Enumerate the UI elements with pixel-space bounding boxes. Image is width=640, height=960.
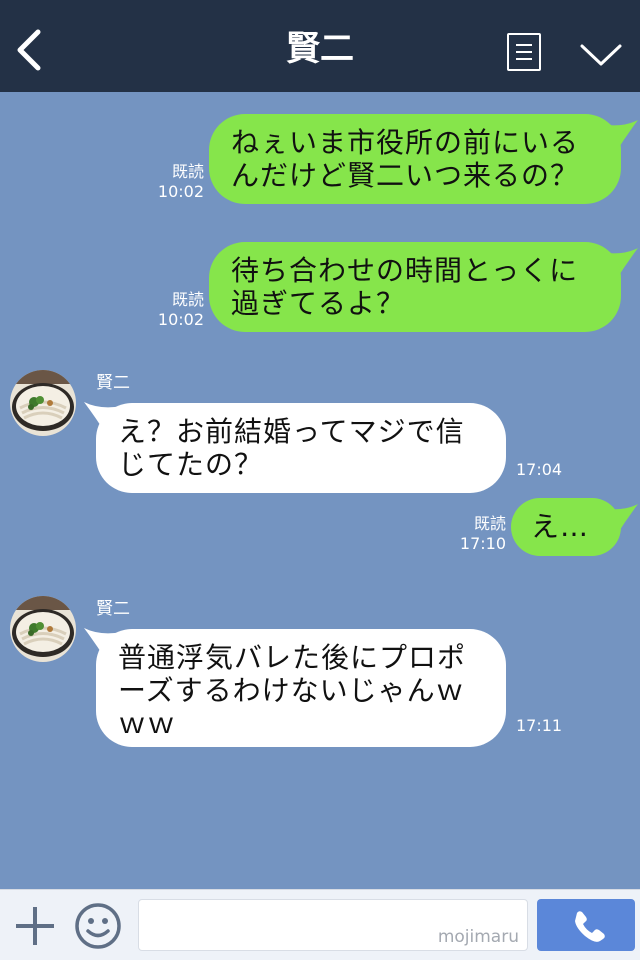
udon-avatar-icon bbox=[10, 370, 76, 436]
message-line: じてたの？ bbox=[118, 448, 264, 481]
call-button[interactable] bbox=[537, 899, 635, 951]
message-bubble[interactable]: 待ち合わせの時間とっくに 過ぎてるよ？ bbox=[209, 242, 621, 332]
message-time: 17:10 bbox=[459, 534, 506, 553]
sender-name: 賢二 bbox=[96, 599, 130, 619]
avatar[interactable] bbox=[10, 596, 76, 662]
plus-icon bbox=[16, 907, 54, 945]
input-bar: mojimaru bbox=[0, 889, 640, 960]
message-line: え… bbox=[531, 510, 590, 543]
message-time: 17:04 bbox=[516, 460, 563, 479]
message-line: ーズするわけないじゃんｗ bbox=[118, 674, 465, 707]
read-label: 既読 bbox=[171, 290, 204, 309]
chat-header: 賢二 bbox=[0, 0, 640, 92]
chat-title: 賢二 bbox=[286, 29, 354, 69]
message-line: ｗｗ bbox=[118, 707, 177, 740]
message-line: 過ぎてるよ？ bbox=[231, 287, 406, 320]
message-line: んだけど賢二いつ来るの？ bbox=[231, 159, 580, 192]
read-receipt: 既読 10:02 bbox=[150, 162, 204, 202]
smiley-icon bbox=[75, 903, 121, 949]
message-line: 待ち合わせの時間とっくに bbox=[231, 254, 579, 287]
read-label: 既読 bbox=[473, 514, 506, 533]
avatar[interactable] bbox=[10, 370, 76, 436]
phone-icon bbox=[575, 911, 605, 942]
read-receipt: 既読 17:10 bbox=[452, 514, 506, 554]
menu-button[interactable] bbox=[507, 33, 541, 71]
collapse-button[interactable] bbox=[578, 38, 624, 70]
message-time: 10:02 bbox=[157, 182, 204, 201]
sender-name: 賢二 bbox=[96, 373, 130, 393]
chevron-down-icon bbox=[580, 44, 622, 66]
attach-button[interactable] bbox=[14, 905, 56, 947]
udon-avatar-icon bbox=[10, 596, 76, 662]
message-bubble[interactable]: え？お前結婚ってマジで信 じてたの？ bbox=[96, 403, 506, 493]
message-line: ねぇいま市役所の前にいる bbox=[231, 126, 580, 159]
read-receipt: 既読 10:02 bbox=[150, 290, 204, 330]
list-menu-icon bbox=[516, 44, 532, 46]
read-label: 既読 bbox=[171, 162, 204, 181]
emoji-button[interactable] bbox=[74, 902, 122, 950]
message-bubble[interactable]: ねぇいま市役所の前にいる んだけど賢二いつ来るの？ bbox=[209, 114, 621, 204]
message-time: 10:02 bbox=[157, 310, 204, 329]
message-input[interactable]: mojimaru bbox=[138, 899, 528, 951]
message-bubble[interactable]: 普通浮気バレた後にプロポ ーズするわけないじゃんｗ ｗｗ bbox=[96, 629, 506, 747]
message-time: 17:11 bbox=[516, 716, 563, 735]
message-line: え？お前結婚ってマジで信 bbox=[118, 415, 465, 448]
watermark-text: mojimaru bbox=[437, 927, 519, 947]
message-bubble[interactable]: え… bbox=[511, 498, 621, 556]
message-line: 普通浮気バレた後にプロポ bbox=[118, 641, 467, 674]
